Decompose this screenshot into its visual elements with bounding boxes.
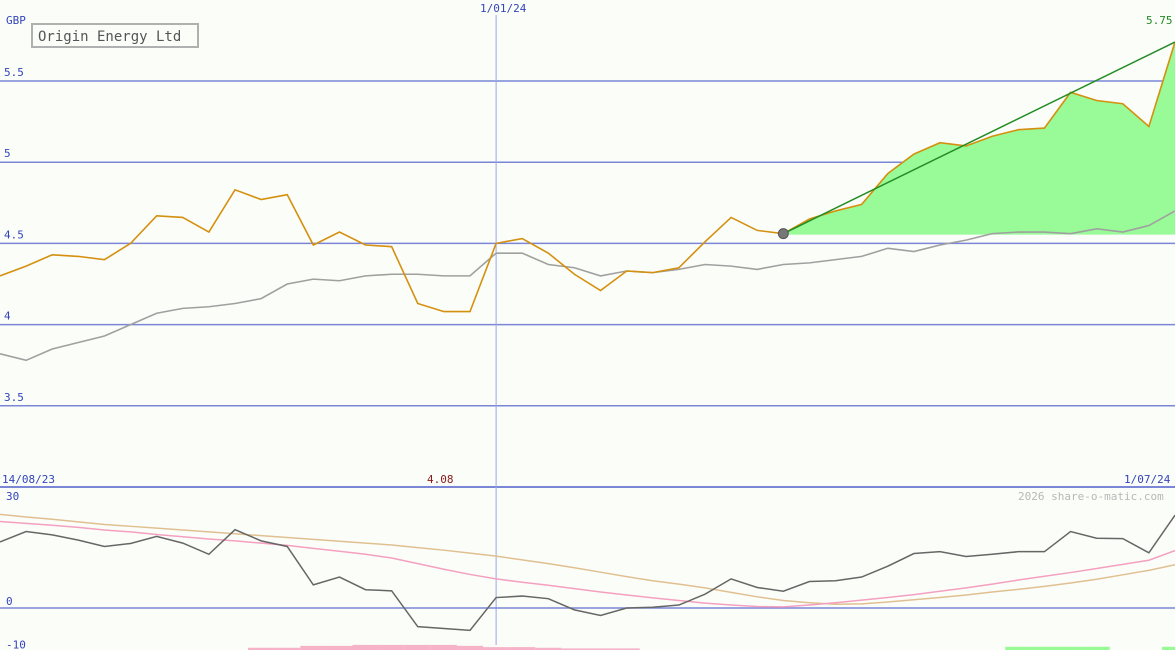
share-price-chart: 5.5 5 4.5 4 3.5 30 0 -10 GBP Origin Energy Ltd… <box>0 2 1175 650</box>
hist-bar-neg <box>378 644 405 650</box>
osc-ytick-30: 30 <box>6 490 19 503</box>
currency-label: GBP <box>6 14 26 27</box>
oscillator-axis-labels: 30 0 -10 <box>6 490 26 650</box>
main-axis-labels: 5.5 5 4.5 4 3.5 <box>4 66 24 404</box>
ytick-4.5: 4.5 <box>4 228 24 241</box>
signal-line <box>0 520 1175 608</box>
hist-bar-neg <box>404 644 431 650</box>
average-line <box>0 210 1175 362</box>
osc-ytick--10: -10 <box>6 638 26 650</box>
osc-ytick-0: 0 <box>6 595 13 608</box>
ytick-4: 4 <box>4 310 11 323</box>
max-price-label: 5.75 <box>1146 14 1173 27</box>
start-date-label: 14/08/23 <box>2 473 55 486</box>
end-date-label: 1/07/24 <box>1124 473 1171 486</box>
ytick-5.5: 5.5 <box>4 66 24 79</box>
main-gridlines <box>0 15 1175 645</box>
mid-date-label: 1/01/24 <box>480 2 527 15</box>
oscillator-histogram <box>248 644 1175 650</box>
watermark: 2026 share-o-matic.com <box>1018 490 1164 503</box>
trend-start-marker <box>777 228 789 240</box>
chart-title: Origin Energy Ltd <box>38 29 181 45</box>
ytick-5: 5 <box>4 147 11 160</box>
hist-bar-neg <box>352 644 379 650</box>
min-price-label: 4.08 <box>427 473 454 486</box>
hist-bar-neg <box>430 644 457 650</box>
ytick-3.5: 3.5 <box>4 391 24 404</box>
hist-bar-neg <box>326 645 353 650</box>
oscillator-lines <box>0 513 1175 632</box>
hist-bar-neg <box>456 645 484 650</box>
momentum-line <box>0 514 1175 632</box>
hist-bar-neg <box>300 645 327 650</box>
